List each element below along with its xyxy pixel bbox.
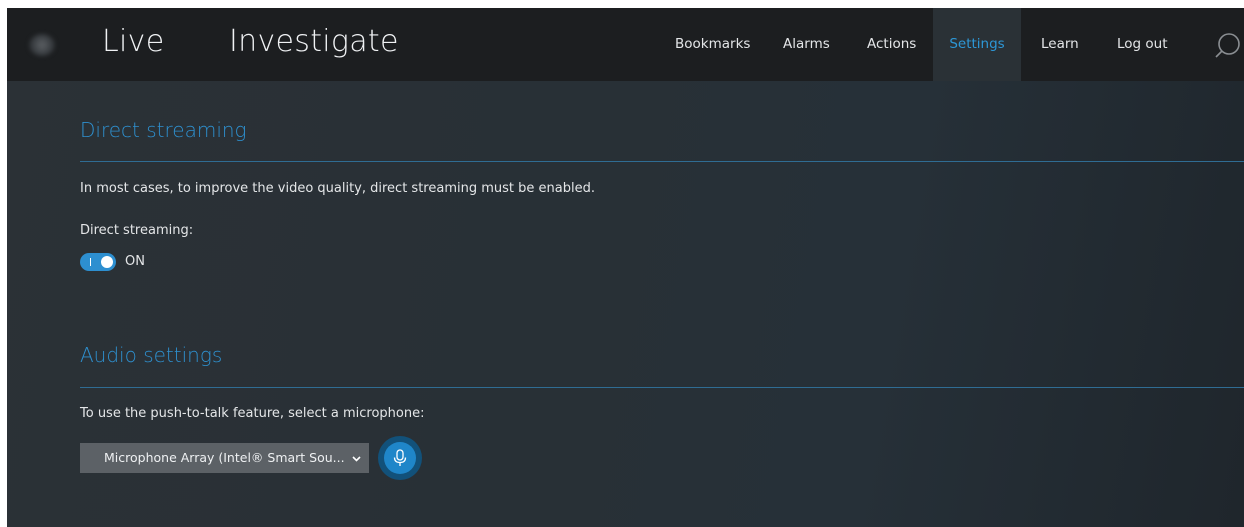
push-to-talk-button[interactable] <box>378 436 422 480</box>
app-window: Live Investigate Bookmarks Alarms Action… <box>7 8 1244 527</box>
toggle-state-label: ON <box>125 254 145 269</box>
search-icon[interactable] <box>1214 32 1240 58</box>
direct-streaming-description: In most cases, to improve the video qual… <box>80 181 595 196</box>
nav-log-out[interactable]: Log out <box>1117 8 1168 81</box>
microphone-select[interactable]: Microphone Array (Intel® Smart Sou... <box>80 443 369 473</box>
audio-settings-description: To use the push-to-talk feature, select … <box>80 406 425 421</box>
tab-live[interactable]: Live <box>102 24 164 59</box>
logo <box>29 34 55 56</box>
nav-learn[interactable]: Learn <box>1041 8 1079 81</box>
direct-streaming-toggle[interactable] <box>80 253 116 271</box>
direct-streaming-label: Direct streaming: <box>80 223 194 238</box>
chevron-down-icon <box>352 455 361 462</box>
nav-bookmarks[interactable]: Bookmarks <box>675 8 750 81</box>
nav-actions[interactable]: Actions <box>867 8 916 81</box>
microphone-selected-value: Microphone Array (Intel® Smart Sou... <box>104 450 345 465</box>
microphone-icon <box>393 449 407 466</box>
audio-settings-heading: Audio settings <box>80 343 223 367</box>
section-divider <box>80 161 1244 162</box>
toggle-on-mark <box>90 258 91 266</box>
nav-settings[interactable]: Settings <box>933 8 1021 81</box>
nav-alarms[interactable]: Alarms <box>783 8 830 81</box>
section-divider <box>80 387 1244 388</box>
mic-button-face <box>384 442 416 474</box>
direct-streaming-heading: Direct streaming <box>80 118 247 142</box>
tab-investigate[interactable]: Investigate <box>229 24 399 59</box>
toggle-knob <box>101 256 113 268</box>
top-navigation-bar: Live Investigate Bookmarks Alarms Action… <box>7 8 1244 81</box>
